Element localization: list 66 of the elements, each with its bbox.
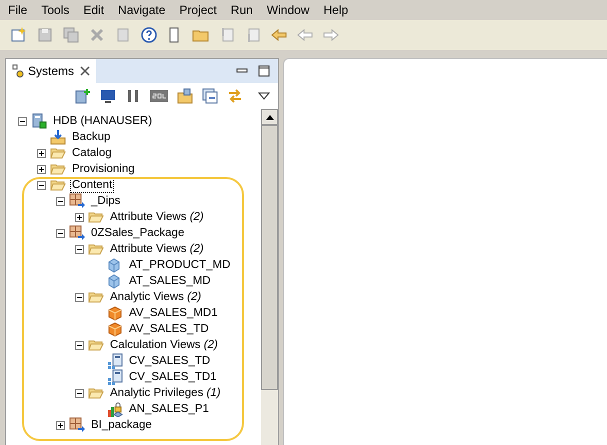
tree-item[interactable]: AT_PRODUCT_MD	[127, 257, 232, 273]
tab-label: Systems	[28, 63, 74, 80]
scrollbar-thumb[interactable]	[261, 125, 278, 390]
backup-tray-icon	[50, 129, 66, 145]
collapse-icon[interactable]	[56, 228, 65, 238]
collapse-icon[interactable]	[75, 388, 84, 398]
collapse-icon[interactable]	[75, 340, 84, 350]
tree-item[interactable]: Attribute Views (2)	[108, 209, 206, 225]
view-menu-icon[interactable]	[258, 92, 270, 100]
last-edit-icon[interactable]	[270, 26, 288, 44]
tree-item[interactable]: AV_SALES_TD	[127, 321, 211, 337]
tree-item[interactable]: Attribute Views (2)	[108, 241, 206, 257]
calculator-icon	[107, 369, 123, 385]
menu-item[interactable]: Run	[230, 1, 253, 19]
menu-item[interactable]: Help	[323, 1, 348, 19]
menu-item[interactable]: Project	[179, 1, 217, 19]
collapse-all-icon[interactable]	[202, 88, 218, 104]
tree-item[interactable]: Analytic Privileges (1)	[108, 385, 223, 401]
menu-item[interactable]: Tools	[41, 1, 70, 19]
tree-item[interactable]: CV_SALES_TD1	[127, 369, 219, 385]
package-icon	[69, 193, 85, 209]
package-icon	[69, 417, 85, 433]
scroll-up-icon[interactable]	[266, 114, 274, 120]
menu-item[interactable]: Navigate	[118, 1, 166, 19]
tree-item[interactable]: Backup	[70, 129, 112, 145]
new-file-icon[interactable]	[10, 26, 28, 44]
monitor-icon[interactable]	[100, 88, 116, 104]
tree-item[interactable]: Calculation Views (2)	[108, 337, 220, 353]
collapse-icon[interactable]	[75, 244, 84, 254]
help-icon[interactable]	[140, 26, 158, 44]
tree-item[interactable]: Provisioning	[70, 161, 137, 177]
tree-item[interactable]: 0ZSales_Package	[89, 225, 186, 241]
cube-icon	[107, 321, 123, 337]
scrollbar[interactable]	[261, 109, 278, 445]
close-icon[interactable]	[80, 66, 90, 76]
menu-item[interactable]: Window	[266, 1, 310, 19]
tree-item[interactable]: AV_SALES_MD1	[127, 305, 220, 321]
menu-item[interactable]: Edit	[83, 1, 104, 19]
tree-item[interactable]: CV_SALES_TD	[127, 353, 212, 369]
lock-chart-icon	[107, 401, 123, 417]
menu-item[interactable]: File	[8, 1, 28, 19]
package-icon	[69, 225, 85, 241]
tree-item[interactable]: HDB (HANAUSER)	[51, 113, 154, 129]
collapse-icon[interactable]	[18, 116, 27, 126]
expand-icon[interactable]	[37, 164, 46, 174]
expand-icon[interactable]	[75, 212, 84, 222]
tree-item[interactable]: Analytic Views (2)	[108, 289, 204, 305]
cube-icon	[107, 305, 123, 321]
collapse-icon[interactable]	[37, 180, 46, 190]
tree-item[interactable]: BI_package	[89, 417, 154, 433]
systems-tab[interactable]: Systems	[6, 59, 96, 83]
tree-item[interactable]: AN_SALES_P1	[127, 401, 211, 417]
tree-item[interactable]: AT_SALES_MD	[127, 273, 213, 289]
tree-item[interactable]: Catalog	[70, 145, 114, 161]
sql-console-icon[interactable]	[150, 90, 168, 102]
add-system-icon[interactable]	[75, 88, 91, 104]
open-folder-icon[interactable]	[177, 88, 193, 104]
expand-icon[interactable]	[56, 420, 65, 430]
database-server-icon	[31, 113, 47, 129]
calculator-icon	[107, 353, 123, 369]
collapse-icon[interactable]	[75, 292, 84, 302]
tree-item[interactable]: _Dips	[89, 193, 122, 209]
maximize-icon[interactable]	[258, 65, 270, 77]
systems-view-icon	[12, 64, 24, 78]
expand-icon[interactable]	[37, 148, 46, 158]
collapse-icon[interactable]	[56, 196, 65, 206]
